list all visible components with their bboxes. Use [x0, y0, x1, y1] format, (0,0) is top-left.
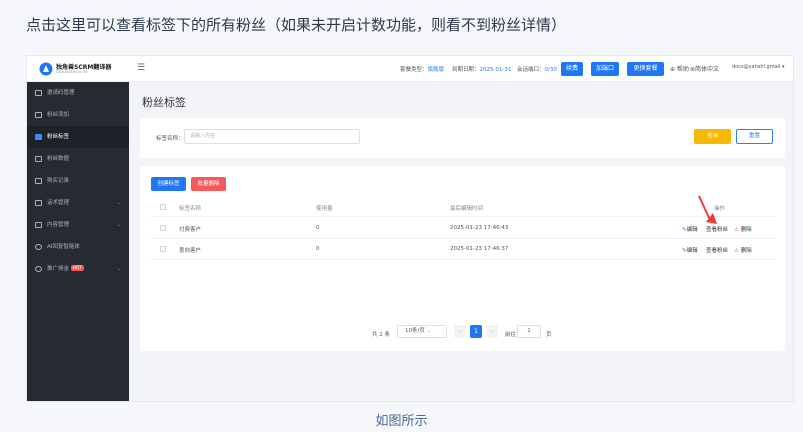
- top-bar: 独角兽SCRM翻译器 DUJIAOSHOU.IM ☰ 套餐类型：旗舰版 到期日期…: [27, 56, 793, 82]
- search-panel: 标签名称： 请输入内容 查询 重置: [140, 118, 785, 158]
- app-logo[interactable]: 独角兽SCRM翻译器 DUJIAOSHOU.IM: [39, 62, 139, 76]
- sidebar-item-fan-tags[interactable]: 粉丝标签: [27, 126, 129, 148]
- edited-time-cell: 2025-01-23 17:46:37: [450, 246, 509, 252]
- goto-page-input[interactable]: 1: [517, 325, 541, 338]
- renew-button[interactable]: 续费: [561, 62, 583, 76]
- next-page-button[interactable]: ›: [486, 325, 498, 338]
- goto-label: 前往: [505, 332, 517, 338]
- select-all-checkbox[interactable]: [160, 204, 166, 210]
- column-header-name: 标签名称: [179, 206, 202, 212]
- sidebar-item-scripts[interactable]: 话术管理 ⌄: [27, 192, 129, 214]
- usage-cell: 0: [316, 246, 320, 252]
- session-info: 会话端口：0/30: [517, 67, 557, 73]
- view-fans-action[interactable]: 查看粉丝: [706, 225, 728, 233]
- edit-action[interactable]: ✎编辑: [682, 246, 698, 254]
- app-screenshot: 独角兽SCRM翻译器 DUJIAOSHOU.IM ☰ 套餐类型：旗舰版 到期日期…: [26, 55, 794, 402]
- help-link[interactable]: ⊕ 帮助: [670, 64, 689, 73]
- chevron-down-icon: ⌄: [116, 222, 121, 228]
- help-icon: ⊕: [670, 66, 676, 73]
- sidebar-item-ai-agent[interactable]: AI回复智能体: [27, 236, 129, 258]
- chat-icon: [35, 200, 42, 206]
- user-email[interactable]: docs@yanshi.gmail ▾: [732, 64, 785, 70]
- document-icon: [35, 222, 42, 228]
- gift-icon: [35, 266, 42, 272]
- page-suffix: 页: [546, 332, 552, 338]
- search-button[interactable]: 查询: [694, 129, 731, 144]
- app-subtitle: DUJIAOSHOU.IM: [56, 70, 88, 74]
- users-icon: [35, 112, 42, 118]
- chevron-down-icon: ⌄: [426, 328, 432, 334]
- page-title: 粉丝标签: [142, 96, 186, 109]
- row-divider: [151, 259, 776, 260]
- chevron-down-icon: ⌄: [116, 200, 121, 206]
- ai-icon: [35, 244, 42, 250]
- edited-time-cell: 2025-01-23 17:46:43: [450, 225, 509, 231]
- prev-page-button[interactable]: ‹: [454, 325, 466, 338]
- tag-name-label: 标签名称：: [156, 136, 184, 142]
- instruction-caption: 点击这里可以查看标签下的所有粉丝（如果未开启计数功能，则看不到粉丝详情）: [26, 16, 567, 34]
- unicorn-logo-icon: [39, 62, 53, 76]
- warning-icon: ⚠: [734, 227, 739, 233]
- page-size-select[interactable]: 10条/页 ⌄: [397, 325, 447, 338]
- chart-icon: [35, 156, 42, 162]
- sidebar-item-invite-codes[interactable]: 邀请码管理: [27, 82, 129, 104]
- delete-action[interactable]: ⚠ 删除: [734, 246, 752, 254]
- sidebar-item-content[interactable]: 内容管理 ⌄: [27, 214, 129, 236]
- ticket-icon: [35, 90, 42, 96]
- row-divider: [151, 216, 776, 217]
- expire-info: 到期日期：2025-01-31: [452, 67, 512, 73]
- main-content: 粉丝标签 标签名称： 请输入内容 查询 重置 创建标签 批量删除 标签名称 使用…: [129, 82, 793, 401]
- language-select[interactable]: ⊛简体中文: [690, 64, 719, 73]
- change-plan-button[interactable]: 更换套餐: [627, 62, 664, 76]
- sidebar-item-add-fans[interactable]: 粉丝添加: [27, 104, 129, 126]
- row-checkbox[interactable]: [160, 246, 166, 252]
- bulk-delete-button[interactable]: 批量删除: [191, 177, 226, 191]
- add-port-button[interactable]: 加端口: [591, 62, 619, 76]
- chevron-down-icon: ⌄: [116, 266, 121, 272]
- create-tag-button[interactable]: 创建标签: [151, 177, 186, 191]
- sidebar: 邀请码管理 粉丝添加 粉丝标签 粉丝数据 购买记录 话术管理 ⌄ 内容管理 ⌄ AI…: [27, 82, 129, 401]
- plan-info: 套餐类型：旗舰版: [400, 67, 445, 73]
- delete-action[interactable]: ⚠ 删除: [734, 225, 752, 233]
- receipt-icon: [35, 178, 42, 184]
- column-header-usage: 使用量: [316, 206, 333, 212]
- column-header-edited: 最后编辑时间: [450, 206, 484, 212]
- reset-button[interactable]: 重置: [736, 129, 773, 144]
- row-checkbox[interactable]: [160, 225, 166, 231]
- tag-name-cell: 付费客户: [179, 227, 202, 233]
- warning-icon: ⚠: [734, 248, 739, 254]
- usage-cell: 0: [316, 225, 320, 231]
- tag-icon: [35, 134, 42, 140]
- sidebar-item-purchases[interactable]: 购买记录: [27, 170, 129, 192]
- page-number[interactable]: 1: [470, 325, 482, 338]
- tag-name-cell: 意向客户: [179, 248, 202, 254]
- tag-list-panel: 创建标签 批量删除 标签名称 使用量 最后编辑时间 操作 付费客户 0 2025…: [140, 166, 785, 351]
- chevron-down-icon: ▾: [782, 64, 785, 70]
- column-header-actions: 操作: [714, 206, 726, 212]
- figure-caption: 如图所示: [375, 414, 428, 429]
- menu-toggle-icon[interactable]: ☰: [137, 64, 145, 73]
- sidebar-item-commission[interactable]: 推广佣金 HOT ⌄: [27, 258, 129, 280]
- hot-badge: HOT: [71, 265, 84, 271]
- row-divider: [151, 238, 776, 239]
- sidebar-item-fan-data[interactable]: 粉丝数据: [27, 148, 129, 170]
- tag-name-input[interactable]: 请输入内容: [184, 129, 360, 144]
- view-fans-action[interactable]: 查看粉丝: [706, 246, 728, 254]
- pagination-total: 共 2 条: [372, 332, 390, 338]
- edit-action[interactable]: ✎编辑: [682, 225, 698, 233]
